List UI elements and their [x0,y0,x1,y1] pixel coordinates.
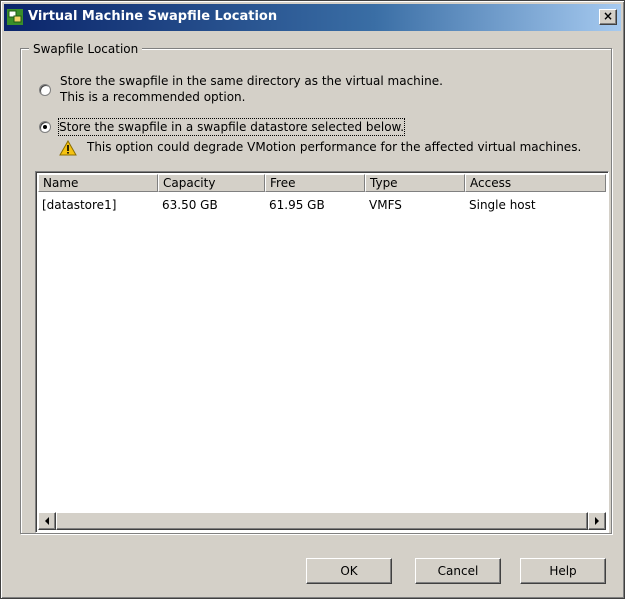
arrow-left-icon [45,517,49,525]
column-header-type[interactable]: Type [365,174,465,192]
vm-swapfile-icon [7,9,23,25]
option-same-directory-note: This is a recommended option. [60,90,246,104]
radio-same-directory[interactable] [39,84,51,96]
horizontal-scrollbar[interactable] [38,512,606,530]
option-swapfile-datastore-label: Store the swapfile in a swapfile datasto… [57,118,406,136]
scroll-left-button[interactable] [38,512,56,530]
column-header-free[interactable]: Free [265,174,365,192]
cell-type: VMFS [369,198,402,212]
datastore-table[interactable]: Name Capacity Free Type Access [datastor… [35,171,609,533]
title-bar[interactable]: Virtual Machine Swapfile Location × [4,4,621,31]
cancel-button[interactable]: Cancel [415,558,501,584]
dialog-window: Virtual Machine Swapfile Location × Swap… [0,0,625,599]
column-header-access[interactable]: Access [465,174,606,192]
option-warning-text: This option could degrade VMotion perfor… [87,140,582,154]
scroll-thumb[interactable] [56,512,588,530]
group-legend: Swapfile Location [29,42,143,56]
warning-icon [59,140,77,156]
close-button[interactable]: × [599,9,617,25]
window-title: Virtual Machine Swapfile Location [28,9,278,24]
option-same-directory-label: Store the swapfile in the same directory… [60,74,443,88]
help-button[interactable]: Help [520,558,606,584]
cell-capacity: 63.50 GB [162,198,218,212]
table-header: Name Capacity Free Type Access [38,174,606,192]
scroll-right-button[interactable] [588,512,606,530]
radio-swapfile-datastore[interactable] [39,121,51,133]
cell-access: Single host [469,198,536,212]
table-row[interactable]: [datastore1] 63.50 GB 61.95 GB VMFS Sing… [38,196,606,214]
cell-free: 61.95 GB [269,198,325,212]
arrow-right-icon [595,517,599,525]
column-header-name[interactable]: Name [38,174,158,192]
close-icon: × [602,9,614,23]
column-header-capacity[interactable]: Capacity [158,174,265,192]
ok-button[interactable]: OK [306,558,392,584]
cell-name: [datastore1] [42,198,117,212]
